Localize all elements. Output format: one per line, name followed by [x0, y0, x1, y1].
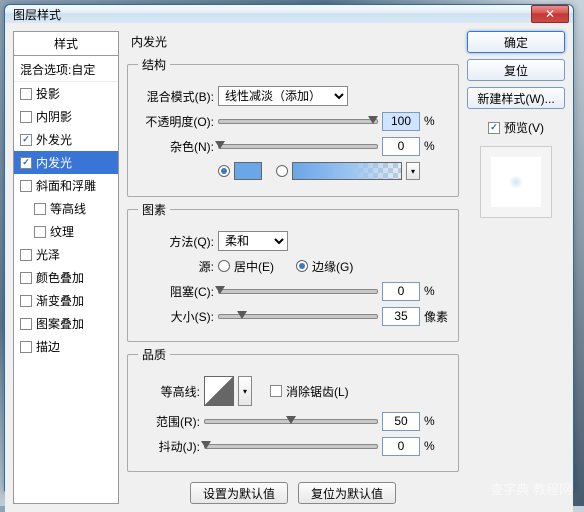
- checkbox[interactable]: [20, 88, 32, 100]
- style-inner-glow[interactable]: 内发光: [14, 151, 118, 174]
- elements-group: 图素 方法(Q): 柔和 源: 居中(E) 边缘(G) 阻塞(C):: [127, 201, 459, 342]
- style-gradient-overlay[interactable]: 渐变叠加: [14, 289, 118, 312]
- choke-unit: %: [424, 284, 448, 298]
- structure-legend: 结构: [138, 56, 170, 73]
- style-drop-shadow[interactable]: 投影: [14, 82, 118, 105]
- color-radio[interactable]: [218, 165, 230, 177]
- noise-label: 杂色(N):: [138, 138, 214, 155]
- gradient-swatch[interactable]: [292, 162, 402, 180]
- style-inner-shadow[interactable]: 内阴影: [14, 105, 118, 128]
- checkbox[interactable]: [20, 157, 32, 169]
- jitter-label: 抖动(J):: [138, 438, 200, 455]
- opacity-label: 不透明度(O):: [138, 113, 214, 130]
- checkbox[interactable]: [20, 318, 32, 330]
- preview-label: 预览(V): [504, 119, 544, 136]
- checkbox[interactable]: [20, 134, 32, 146]
- style-contour[interactable]: 等高线: [14, 197, 118, 220]
- size-slider[interactable]: [218, 308, 378, 324]
- preview-checkbox[interactable]: [488, 122, 500, 134]
- source-label: 源:: [138, 258, 214, 275]
- checkbox[interactable]: [34, 203, 46, 215]
- elements-legend: 图素: [138, 201, 170, 218]
- size-unit: 像素: [424, 308, 448, 325]
- dialog-body: 样式 混合选项:自定 投影 内阴影 外发光 内发光 斜面和浮雕 等高线 纹理 光…: [5, 23, 573, 512]
- gradient-radio[interactable]: [276, 165, 288, 177]
- antialias-checkbox[interactable]: [270, 385, 282, 397]
- new-style-button[interactable]: 新建样式(W)...: [467, 87, 565, 109]
- method-label: 方法(Q):: [138, 233, 214, 250]
- noise-input[interactable]: [382, 137, 420, 156]
- styles-sidebar: 样式 混合选项:自定 投影 内阴影 外发光 内发光 斜面和浮雕 等高线 纹理 光…: [13, 31, 119, 504]
- jitter-unit: %: [424, 439, 448, 453]
- choke-slider[interactable]: [218, 283, 378, 299]
- opacity-input[interactable]: [382, 112, 420, 131]
- ok-button[interactable]: 确定: [467, 31, 565, 53]
- sidebar-header: 样式: [13, 31, 119, 56]
- noise-unit: %: [424, 139, 448, 153]
- close-button[interactable]: ✕: [531, 5, 569, 23]
- structure-group: 结构 混合模式(B): 线性减淡（添加） 不透明度(O): % 杂色(N): %: [127, 56, 459, 197]
- style-stroke[interactable]: 描边: [14, 335, 118, 358]
- checkbox[interactable]: [20, 295, 32, 307]
- blend-options-item[interactable]: 混合选项:自定: [14, 58, 118, 82]
- style-pattern-overlay[interactable]: 图案叠加: [14, 312, 118, 335]
- quality-legend: 品质: [138, 346, 170, 363]
- style-texture[interactable]: 纹理: [14, 220, 118, 243]
- preview-thumbnail: [480, 146, 552, 218]
- source-center-radio[interactable]: [218, 260, 230, 272]
- range-slider[interactable]: [204, 413, 378, 429]
- contour-label: 等高线:: [138, 383, 200, 400]
- choke-label: 阻塞(C):: [138, 283, 214, 300]
- jitter-slider[interactable]: [204, 438, 378, 454]
- range-unit: %: [424, 414, 448, 428]
- contour-picker[interactable]: [204, 376, 234, 406]
- blend-mode-select[interactable]: 线性减淡（添加）: [218, 86, 348, 106]
- jitter-input[interactable]: [382, 437, 420, 456]
- style-color-overlay[interactable]: 颜色叠加: [14, 266, 118, 289]
- choke-input[interactable]: [382, 282, 420, 301]
- opacity-slider[interactable]: [218, 113, 378, 129]
- titlebar[interactable]: 图层样式 ✕: [5, 5, 573, 23]
- reset-default-button[interactable]: 复位为默认值: [298, 482, 396, 504]
- checkbox[interactable]: [20, 341, 32, 353]
- gradient-dropdown[interactable]: ▾: [406, 162, 420, 180]
- sidebar-list: 混合选项:自定 投影 内阴影 外发光 内发光 斜面和浮雕 等高线 纹理 光泽 颜…: [13, 56, 119, 504]
- layer-style-dialog: 图层样式 ✕ 样式 混合选项:自定 投影 内阴影 外发光 内发光 斜面和浮雕 等…: [4, 4, 574, 492]
- noise-slider[interactable]: [218, 138, 378, 154]
- color-swatch[interactable]: [234, 162, 262, 180]
- window-title: 图层样式: [13, 6, 531, 23]
- source-center-label: 居中(E): [234, 258, 274, 275]
- right-panel: 确定 复位 新建样式(W)... 预览(V): [467, 31, 565, 504]
- range-input[interactable]: [382, 412, 420, 431]
- style-bevel-emboss[interactable]: 斜面和浮雕: [14, 174, 118, 197]
- close-icon: ✕: [545, 7, 555, 21]
- quality-group: 品质 等高线: ▾ 消除锯齿(L) 范围(R): % 抖动(J):: [127, 346, 459, 472]
- source-edge-radio[interactable]: [296, 260, 308, 272]
- main-panel: 内发光 结构 混合模式(B): 线性减淡（添加） 不透明度(O): % 杂色(N…: [127, 31, 459, 504]
- panel-title: 内发光: [127, 31, 459, 52]
- opacity-unit: %: [424, 114, 448, 128]
- style-satin[interactable]: 光泽: [14, 243, 118, 266]
- preview-toggle[interactable]: 预览(V): [467, 119, 565, 136]
- antialias-label: 消除锯齿(L): [286, 383, 349, 400]
- size-input[interactable]: [382, 307, 420, 326]
- size-label: 大小(S):: [138, 308, 214, 325]
- checkbox[interactable]: [20, 272, 32, 284]
- checkbox[interactable]: [20, 111, 32, 123]
- contour-dropdown[interactable]: ▾: [238, 376, 252, 406]
- checkbox[interactable]: [34, 226, 46, 238]
- range-label: 范围(R):: [138, 413, 200, 430]
- source-edge-label: 边缘(G): [312, 258, 353, 275]
- default-buttons: 设置为默认值 复位为默认值: [127, 482, 459, 504]
- blend-mode-label: 混合模式(B):: [138, 88, 214, 105]
- checkbox[interactable]: [20, 180, 32, 192]
- cancel-button[interactable]: 复位: [467, 59, 565, 81]
- checkbox[interactable]: [20, 249, 32, 261]
- method-select[interactable]: 柔和: [218, 231, 288, 251]
- make-default-button[interactable]: 设置为默认值: [190, 482, 288, 504]
- style-outer-glow[interactable]: 外发光: [14, 128, 118, 151]
